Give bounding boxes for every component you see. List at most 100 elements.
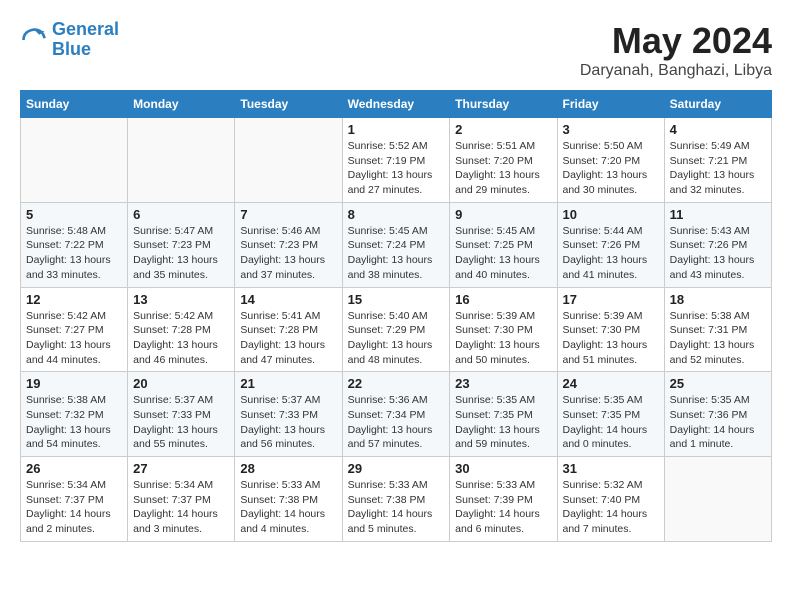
calendar-cell: 15 Sunrise: 5:40 AMSunset: 7:29 PMDayligh… [342, 287, 450, 372]
day-info: Sunrise: 5:42 AMSunset: 7:27 PMDaylight:… [26, 309, 122, 368]
day-number: 25 [670, 376, 766, 391]
day-info: Sunrise: 5:35 AMSunset: 7:36 PMDaylight:… [670, 393, 766, 452]
day-info: Sunrise: 5:33 AMSunset: 7:39 PMDaylight:… [455, 478, 551, 537]
calendar-cell: 18 Sunrise: 5:38 AMSunset: 7:31 PMDayligh… [664, 287, 771, 372]
calendar-cell: 3 Sunrise: 5:50 AMSunset: 7:20 PMDaylight… [557, 118, 664, 203]
calendar-week-row: 12Sunrise: 5:42 AMSunset: 7:27 PMDayligh… [21, 287, 772, 372]
calendar-cell: 17Sunrise: 5:39 AMSunset: 7:30 PMDayligh… [557, 287, 664, 372]
day-info: Sunrise: 5:45 AMSunset: 7:25 PMDaylight:… [455, 224, 551, 283]
calendar-cell: 13Sunrise: 5:42 AMSunset: 7:28 PMDayligh… [128, 287, 235, 372]
day-info: Sunrise: 5:40 AMSunset: 7:29 PMDaylight:… [348, 309, 445, 368]
calendar-cell: 14 Sunrise: 5:41 AMSunset: 7:28 PMDayligh… [235, 287, 342, 372]
day-info: Sunrise: 5:47 AMSunset: 7:23 PMDaylight:… [133, 224, 229, 283]
day-number: 5 [26, 207, 122, 222]
calendar-cell: 11Sunrise: 5:43 AMSunset: 7:26 PMDayligh… [664, 202, 771, 287]
calendar-cell: 10 Sunrise: 5:44 AMSunset: 7:26 PMDayligh… [557, 202, 664, 287]
location-title: Daryanah, Banghazi, Libya [580, 62, 772, 80]
day-number: 1 [348, 122, 445, 137]
logo-icon [20, 26, 48, 54]
calendar-cell [21, 118, 128, 203]
day-info: Sunrise: 5:44 AMSunset: 7:26 PMDaylight:… [563, 224, 659, 283]
day-info: Sunrise: 5:36 AMSunset: 7:34 PMDaylight:… [348, 393, 445, 452]
day-info: Sunrise: 5:51 AMSunset: 7:20 PMDaylight:… [455, 139, 551, 198]
day-number: 23 [455, 376, 551, 391]
title-block: May 2024 Daryanah, Banghazi, Libya [580, 20, 772, 80]
calendar-cell: 19 Sunrise: 5:38 AMSunset: 7:32 PMDayligh… [21, 372, 128, 457]
day-info: Sunrise: 5:39 AMSunset: 7:30 PMDaylight:… [455, 309, 551, 368]
day-info: Sunrise: 5:45 AMSunset: 7:24 PMDaylight:… [348, 224, 445, 283]
day-number: 10 [563, 207, 659, 222]
calendar-cell: 6 Sunrise: 5:47 AMSunset: 7:23 PMDaylight… [128, 202, 235, 287]
calendar-cell: 8 Sunrise: 5:45 AMSunset: 7:24 PMDaylight… [342, 202, 450, 287]
calendar-cell: 26Sunrise: 5:34 AMSunset: 7:37 PMDayligh… [21, 457, 128, 542]
logo: General Blue [20, 20, 119, 60]
calendar-cell: 28Sunrise: 5:33 AMSunset: 7:38 PMDayligh… [235, 457, 342, 542]
calendar-cell: 7Sunrise: 5:46 AMSunset: 7:23 PMDaylight… [235, 202, 342, 287]
weekday-header: Saturday [664, 91, 771, 118]
month-title: May 2024 [580, 20, 772, 62]
day-info: Sunrise: 5:39 AMSunset: 7:30 PMDaylight:… [563, 309, 659, 368]
calendar-cell: 12Sunrise: 5:42 AMSunset: 7:27 PMDayligh… [21, 287, 128, 372]
day-number: 9 [455, 207, 551, 222]
day-number: 13 [133, 292, 229, 307]
day-number: 29 [348, 461, 445, 476]
day-info: Sunrise: 5:52 AMSunset: 7:19 PMDaylight:… [348, 139, 445, 198]
day-number: 15 [348, 292, 445, 307]
calendar-cell: 27Sunrise: 5:34 AMSunset: 7:37 PMDayligh… [128, 457, 235, 542]
day-number: 8 [348, 207, 445, 222]
day-info: Sunrise: 5:34 AMSunset: 7:37 PMDaylight:… [26, 478, 122, 537]
calendar-week-row: 26Sunrise: 5:34 AMSunset: 7:37 PMDayligh… [21, 457, 772, 542]
day-number: 2 [455, 122, 551, 137]
day-number: 3 [563, 122, 659, 137]
day-info: Sunrise: 5:33 AMSunset: 7:38 PMDaylight:… [348, 478, 445, 537]
day-info: Sunrise: 5:38 AMSunset: 7:31 PMDaylight:… [670, 309, 766, 368]
day-number: 6 [133, 207, 229, 222]
calendar-cell: 30 Sunrise: 5:33 AMSunset: 7:39 PMDayligh… [450, 457, 557, 542]
day-number: 19 [26, 376, 122, 391]
calendar-cell [664, 457, 771, 542]
day-info: Sunrise: 5:41 AMSunset: 7:28 PMDaylight:… [240, 309, 336, 368]
weekday-header: Monday [128, 91, 235, 118]
calendar-cell: 24 Sunrise: 5:35 AMSunset: 7:35 PMDayligh… [557, 372, 664, 457]
calendar-cell: 4Sunrise: 5:49 AMSunset: 7:21 PMDaylight… [664, 118, 771, 203]
day-number: 14 [240, 292, 336, 307]
calendar-cell: 20Sunrise: 5:37 AMSunset: 7:33 PMDayligh… [128, 372, 235, 457]
day-number: 4 [670, 122, 766, 137]
day-number: 21 [240, 376, 336, 391]
weekday-header: Wednesday [342, 91, 450, 118]
day-number: 31 [563, 461, 659, 476]
calendar-week-row: 19 Sunrise: 5:38 AMSunset: 7:32 PMDayligh… [21, 372, 772, 457]
calendar-cell: 5 Sunrise: 5:48 AMSunset: 7:22 PMDaylight… [21, 202, 128, 287]
day-number: 22 [348, 376, 445, 391]
day-info: Sunrise: 5:35 AMSunset: 7:35 PMDaylight:… [563, 393, 659, 452]
day-number: 24 [563, 376, 659, 391]
weekday-header: Sunday [21, 91, 128, 118]
day-number: 27 [133, 461, 229, 476]
day-number: 18 [670, 292, 766, 307]
calendar-table: SundayMondayTuesdayWednesdayThursdayFrid… [20, 90, 772, 542]
day-info: Sunrise: 5:37 AMSunset: 7:33 PMDaylight:… [133, 393, 229, 452]
day-info: Sunrise: 5:38 AMSunset: 7:32 PMDaylight:… [26, 393, 122, 452]
calendar-cell: 22 Sunrise: 5:36 AMSunset: 7:34 PMDayligh… [342, 372, 450, 457]
calendar-cell: 29 Sunrise: 5:33 AMSunset: 7:38 PMDayligh… [342, 457, 450, 542]
calendar-cell: 31 Sunrise: 5:32 AMSunset: 7:40 PMDayligh… [557, 457, 664, 542]
day-info: Sunrise: 5:48 AMSunset: 7:22 PMDaylight:… [26, 224, 122, 283]
day-number: 7 [240, 207, 336, 222]
day-info: Sunrise: 5:35 AMSunset: 7:35 PMDaylight:… [455, 393, 551, 452]
day-info: Sunrise: 5:32 AMSunset: 7:40 PMDaylight:… [563, 478, 659, 537]
calendar-cell: 2 Sunrise: 5:51 AMSunset: 7:20 PMDaylight… [450, 118, 557, 203]
calendar-cell: 16Sunrise: 5:39 AMSunset: 7:30 PMDayligh… [450, 287, 557, 372]
day-info: Sunrise: 5:37 AMSunset: 7:33 PMDaylight:… [240, 393, 336, 452]
calendar-week-row: 5 Sunrise: 5:48 AMSunset: 7:22 PMDaylight… [21, 202, 772, 287]
weekday-header: Tuesday [235, 91, 342, 118]
day-info: Sunrise: 5:43 AMSunset: 7:26 PMDaylight:… [670, 224, 766, 283]
calendar-cell [128, 118, 235, 203]
day-info: Sunrise: 5:50 AMSunset: 7:20 PMDaylight:… [563, 139, 659, 198]
calendar-cell: 25 Sunrise: 5:35 AMSunset: 7:36 PMDayligh… [664, 372, 771, 457]
day-info: Sunrise: 5:33 AMSunset: 7:38 PMDaylight:… [240, 478, 336, 537]
logo-text: General Blue [52, 20, 119, 60]
day-number: 30 [455, 461, 551, 476]
calendar-cell: 23 Sunrise: 5:35 AMSunset: 7:35 PMDayligh… [450, 372, 557, 457]
calendar-header-row: SundayMondayTuesdayWednesdayThursdayFrid… [21, 91, 772, 118]
calendar-cell: 1 Sunrise: 5:52 AMSunset: 7:19 PMDaylight… [342, 118, 450, 203]
